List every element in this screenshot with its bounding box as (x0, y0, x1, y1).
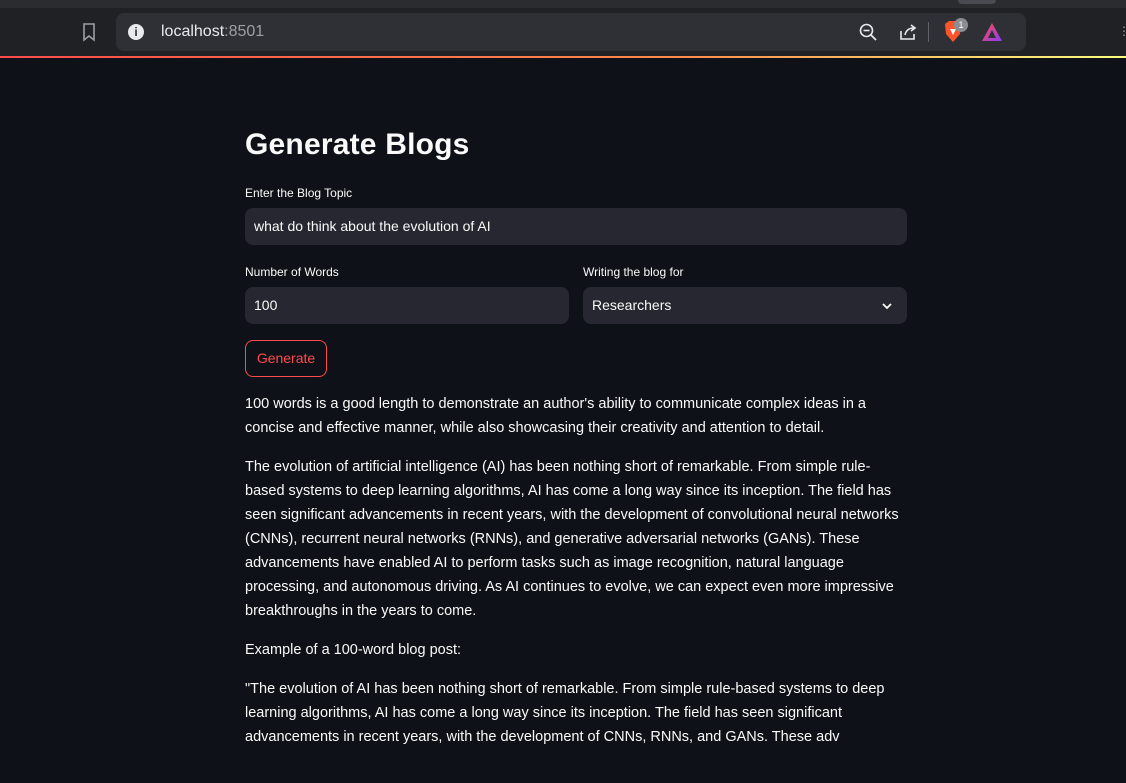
page-title: Generate Blogs (245, 128, 470, 161)
words-label: Number of Words (245, 265, 339, 279)
toolbar-separator (928, 22, 929, 42)
bookmark-icon[interactable] (80, 22, 98, 42)
output-paragraph-3: Example of a 100-word blog post: (245, 642, 462, 658)
chevron-down-icon (881, 299, 893, 311)
output-paragraph-2: The evolution of artificial intelligence… (245, 459, 899, 619)
browser-toolbar: i localhost:8501 1 ⋮ (0, 0, 1126, 58)
brave-rewards-icon[interactable] (980, 21, 1004, 43)
tab-strip (0, 0, 1126, 8)
extensions-icon[interactable]: ⋮ (1118, 24, 1126, 38)
topic-label: Enter the Blog Topic (245, 186, 353, 200)
address-bar[interactable]: i localhost:8501 1 (116, 13, 1026, 51)
url-port: :8501 (224, 23, 265, 40)
output-paragraph-4: "The evolution of AI has been nothing sh… (245, 681, 885, 745)
site-info-icon[interactable]: i (128, 24, 144, 40)
brave-shields-badge: 1 (954, 18, 968, 32)
zoom-out-icon[interactable] (858, 22, 878, 42)
url-host: localhost (161, 23, 225, 40)
audience-label: Writing the blog for (583, 265, 684, 279)
url-text[interactable]: localhost:8501 (161, 23, 264, 41)
topic-input[interactable]: what do think about the evolution of AI (245, 208, 907, 245)
share-icon[interactable] (898, 22, 918, 42)
topic-input-value: what do think about the evolution of AI (254, 218, 491, 234)
generate-button[interactable]: Generate (245, 340, 327, 377)
output-paragraph-1: 100 words is a good length to demonstrat… (245, 396, 866, 436)
audience-select[interactable]: Researchers (583, 287, 907, 324)
words-input-value: 100 (254, 297, 278, 313)
streamlit-top-decoration (0, 56, 1126, 58)
words-input[interactable]: 100 (245, 287, 569, 324)
audience-select-value: Researchers (592, 297, 672, 313)
tab-hint[interactable] (958, 0, 996, 4)
